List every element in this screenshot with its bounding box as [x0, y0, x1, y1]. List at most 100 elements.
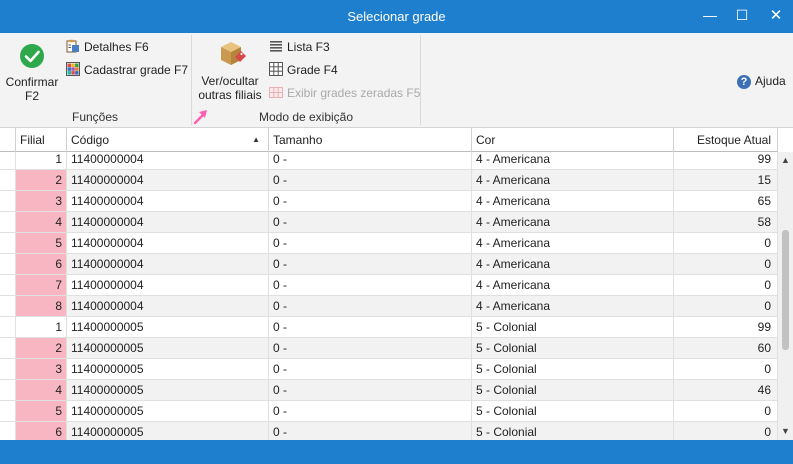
cell-codigo[interactable]: 11400000004 — [67, 170, 269, 191]
cell-codigo[interactable]: 11400000004 — [67, 191, 269, 212]
cell-tamanho[interactable]: 0 - — [269, 275, 472, 296]
cell-estoque[interactable]: 0 — [674, 359, 778, 380]
cell-estoque[interactable]: 0 — [674, 422, 778, 440]
cell-codigo[interactable]: 11400000005 — [67, 317, 269, 338]
grid-view-button[interactable]: Grade F4 — [269, 60, 338, 80]
row-selector[interactable] — [0, 317, 16, 338]
column-header-cor[interactable]: Cor — [472, 128, 674, 152]
row-selector[interactable] — [0, 170, 16, 191]
scroll-down-arrow-icon[interactable]: ▼ — [778, 424, 793, 438]
row-selector[interactable] — [0, 233, 16, 254]
table-row[interactable]: 1 11400000004 0 -4 - Americana 99 — [0, 152, 778, 170]
cell-estoque[interactable]: 15 — [674, 170, 778, 191]
row-selector[interactable] — [0, 338, 16, 359]
table-row[interactable]: 6 11400000005 0 -5 - Colonial 0 — [0, 422, 778, 440]
cell-cor[interactable]: 4 - Americana — [472, 296, 674, 317]
cell-filial[interactable]: 1 — [16, 152, 67, 170]
cell-filial[interactable]: 2 — [16, 338, 67, 359]
cell-cor[interactable]: 4 - Americana — [472, 152, 674, 170]
table-row[interactable]: 7 11400000004 0 -4 - Americana 0 — [0, 275, 778, 296]
table-row[interactable]: 3 11400000004 0 -4 - Americana 65 — [0, 191, 778, 212]
row-selector[interactable] — [0, 152, 16, 170]
column-header-estoque[interactable]: Estoque Atual — [674, 128, 778, 152]
cell-tamanho[interactable]: 0 - — [269, 422, 472, 440]
cell-estoque[interactable]: 46 — [674, 380, 778, 401]
cell-codigo[interactable]: 11400000004 — [67, 212, 269, 233]
table-row[interactable]: 4 11400000005 0 -5 - Colonial 46 — [0, 380, 778, 401]
cell-estoque[interactable]: 99 — [674, 317, 778, 338]
cell-cor[interactable]: 4 - Americana — [472, 254, 674, 275]
cell-codigo[interactable]: 11400000005 — [67, 401, 269, 422]
vertical-scrollbar[interactable]: ▲ ▼ — [778, 152, 793, 440]
cell-codigo[interactable]: 11400000004 — [67, 275, 269, 296]
cell-tamanho[interactable]: 0 - — [269, 233, 472, 254]
help-button[interactable]: ? Ajuda — [737, 73, 786, 89]
cell-filial[interactable]: 4 — [16, 212, 67, 233]
cell-tamanho[interactable]: 0 - — [269, 296, 472, 317]
row-selector[interactable] — [0, 275, 16, 296]
cell-filial[interactable]: 5 — [16, 401, 67, 422]
row-selector[interactable] — [0, 212, 16, 233]
cell-tamanho[interactable]: 0 - — [269, 191, 472, 212]
table-row[interactable]: 5 11400000005 0 -5 - Colonial 0 — [0, 401, 778, 422]
cell-tamanho[interactable]: 0 - — [269, 152, 472, 170]
table-row[interactable]: 3 11400000005 0 -5 - Colonial 0 — [0, 359, 778, 380]
cell-estoque[interactable]: 99 — [674, 152, 778, 170]
cell-filial[interactable]: 6 — [16, 422, 67, 440]
cell-estoque[interactable]: 0 — [674, 296, 778, 317]
cell-codigo[interactable]: 11400000005 — [67, 338, 269, 359]
cell-cor[interactable]: 5 - Colonial — [472, 422, 674, 440]
row-selector[interactable] — [0, 359, 16, 380]
cell-estoque[interactable]: 65 — [674, 191, 778, 212]
cell-tamanho[interactable]: 0 - — [269, 212, 472, 233]
cell-cor[interactable]: 4 - Americana — [472, 170, 674, 191]
row-selector[interactable] — [0, 254, 16, 275]
cell-estoque[interactable]: 0 — [674, 401, 778, 422]
table-row[interactable]: 2 11400000004 0 -4 - Americana 15 — [0, 170, 778, 191]
show-zeroed-grids-button[interactable]: Exibir grades zeradas F5 — [269, 83, 420, 103]
row-selector[interactable] — [0, 422, 16, 440]
cell-codigo[interactable]: 11400000004 — [67, 233, 269, 254]
cell-tamanho[interactable]: 0 - — [269, 170, 472, 191]
cell-cor[interactable]: 4 - Americana — [472, 233, 674, 254]
cell-filial[interactable]: 3 — [16, 359, 67, 380]
maximize-button[interactable]: ☐ — [726, 0, 758, 33]
cell-cor[interactable]: 4 - Americana — [472, 275, 674, 296]
cell-cor[interactable]: 4 - Americana — [472, 212, 674, 233]
cell-estoque[interactable]: 0 — [674, 275, 778, 296]
minimize-button[interactable]: — — [694, 0, 726, 33]
cell-filial[interactable]: 1 — [16, 317, 67, 338]
cell-codigo[interactable]: 11400000004 — [67, 152, 269, 170]
cell-filial[interactable]: 2 — [16, 170, 67, 191]
cell-filial[interactable]: 7 — [16, 275, 67, 296]
register-grid-button[interactable]: Cadastrar grade F7 — [66, 60, 188, 80]
table-row[interactable]: 1 11400000005 0 -5 - Colonial 99 — [0, 317, 778, 338]
confirm-button[interactable]: Confirmar F2 — [4, 41, 60, 103]
toggle-branches-button[interactable]: Ver/ocultar outras filiais — [196, 37, 264, 102]
cell-codigo[interactable]: 11400000004 — [67, 296, 269, 317]
scroll-up-arrow-icon[interactable]: ▲ — [778, 153, 793, 167]
cell-filial[interactable]: 3 — [16, 191, 67, 212]
cell-cor[interactable]: 5 - Colonial — [472, 401, 674, 422]
cell-estoque[interactable]: 58 — [674, 212, 778, 233]
cell-codigo[interactable]: 11400000004 — [67, 254, 269, 275]
row-selector[interactable] — [0, 380, 16, 401]
cell-filial[interactable]: 8 — [16, 296, 67, 317]
cell-estoque[interactable]: 60 — [674, 338, 778, 359]
cell-tamanho[interactable]: 0 - — [269, 317, 472, 338]
cell-codigo[interactable]: 11400000005 — [67, 422, 269, 440]
table-row[interactable]: 8 11400000004 0 -4 - Americana 0 — [0, 296, 778, 317]
row-selector[interactable] — [0, 191, 16, 212]
cell-estoque[interactable]: 0 — [674, 254, 778, 275]
cell-tamanho[interactable]: 0 - — [269, 401, 472, 422]
list-view-button[interactable]: Lista F3 — [269, 37, 330, 57]
cell-tamanho[interactable]: 0 - — [269, 380, 472, 401]
row-selector[interactable] — [0, 401, 16, 422]
cell-codigo[interactable]: 11400000005 — [67, 359, 269, 380]
cell-cor[interactable]: 5 - Colonial — [472, 359, 674, 380]
table-row[interactable]: 4 11400000004 0 -4 - Americana 58 — [0, 212, 778, 233]
cell-cor[interactable]: 5 - Colonial — [472, 317, 674, 338]
cell-cor[interactable]: 4 - Americana — [472, 191, 674, 212]
cell-filial[interactable]: 5 — [16, 233, 67, 254]
cell-filial[interactable]: 6 — [16, 254, 67, 275]
